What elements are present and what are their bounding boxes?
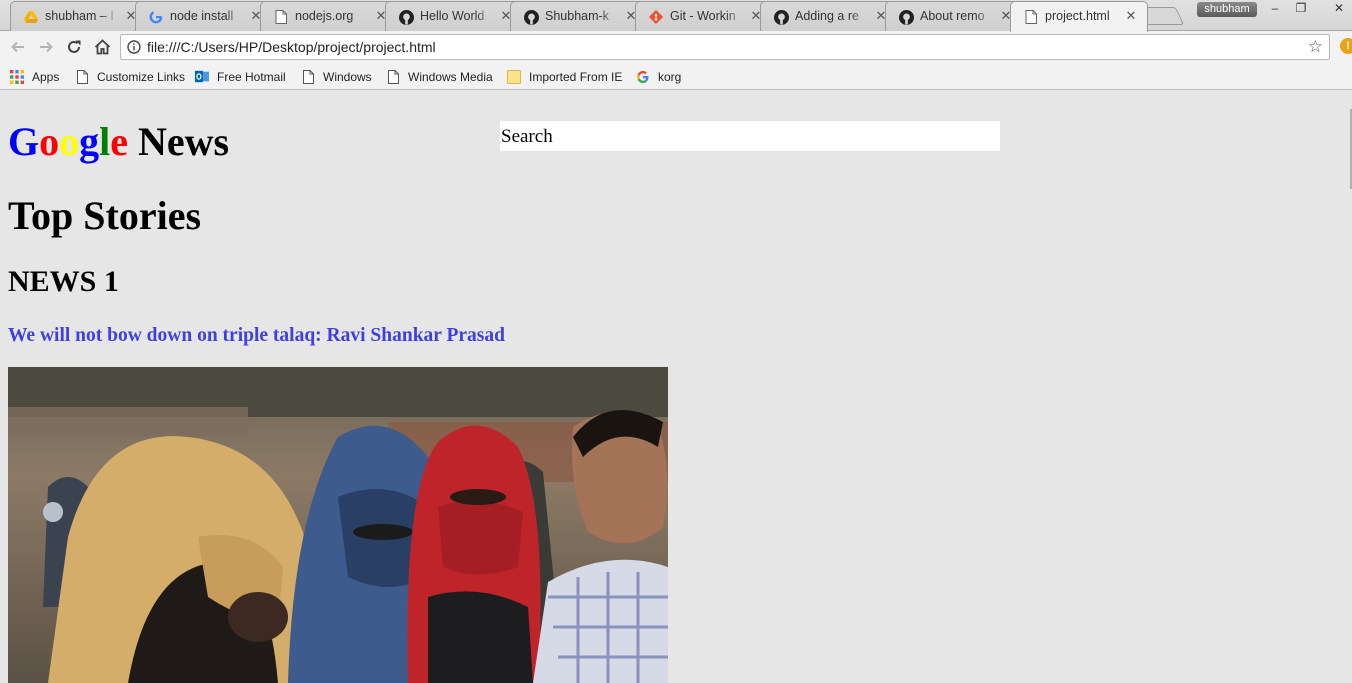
profile-button[interactable]: shubham bbox=[1197, 2, 1257, 17]
forward-icon[interactable] bbox=[35, 36, 57, 58]
bookmark-customize-links[interactable]: Customize Links bbox=[75, 68, 185, 85]
logo-letter: g bbox=[79, 119, 100, 164]
section-title: Top Stories bbox=[8, 193, 202, 238]
tab-node-install[interactable]: node install ✕ bbox=[135, 1, 273, 31]
git-icon bbox=[648, 9, 664, 25]
google-icon bbox=[636, 70, 650, 84]
apps-grid-icon bbox=[10, 69, 24, 84]
tab-project-html[interactable]: project.html ✕ bbox=[1010, 1, 1148, 32]
home-icon[interactable] bbox=[91, 36, 113, 58]
bookmarks-bar: Apps Customize Links Free Hotmail Window… bbox=[0, 63, 1352, 90]
restore-icon[interactable]: ❐ bbox=[1288, 1, 1314, 17]
drive-icon bbox=[23, 9, 39, 25]
logo-word: News bbox=[128, 119, 230, 164]
minimize-icon[interactable]: ‒ bbox=[1262, 1, 1288, 17]
toolbar: file:///C:/Users/HP/Desktop/project/proj… bbox=[0, 31, 1352, 63]
tab-git-working[interactable]: Git - Workin ✕ bbox=[635, 1, 773, 31]
tab-title: About remo bbox=[920, 9, 985, 23]
bookmark-korg[interactable]: korg bbox=[636, 68, 681, 85]
address-bar[interactable]: file:///C:/Users/HP/Desktop/project/proj… bbox=[120, 34, 1330, 60]
bookmark-windows-media[interactable]: Windows Media bbox=[386, 68, 493, 85]
menu-alert-icon[interactable]: ! bbox=[1340, 38, 1352, 54]
bookmark-label: Windows Media bbox=[408, 69, 493, 84]
bookmark-label: Apps bbox=[32, 69, 60, 84]
document-icon bbox=[1023, 9, 1039, 25]
news-photo[interactable] bbox=[8, 367, 668, 683]
tab-nodejs[interactable]: nodejs.org ✕ bbox=[260, 1, 398, 31]
bookmark-apps[interactable]: Apps bbox=[10, 68, 59, 85]
logo-letter: l bbox=[99, 119, 111, 164]
folder-icon bbox=[507, 69, 521, 84]
github-icon bbox=[773, 9, 789, 25]
reload-icon[interactable] bbox=[63, 36, 85, 58]
tab-drive[interactable]: shubham – I ✕ bbox=[10, 1, 148, 31]
bookmark-label: Windows bbox=[323, 69, 372, 84]
github-icon bbox=[398, 9, 414, 25]
tab-title: Shubham-k bbox=[545, 9, 609, 23]
logo-letter: o bbox=[59, 119, 80, 164]
page-scrollbar[interactable] bbox=[1344, 91, 1352, 683]
outlook-icon bbox=[195, 70, 209, 84]
star-icon[interactable]: ☆ bbox=[1308, 37, 1323, 57]
bookmark-windows[interactable]: Windows bbox=[301, 68, 372, 85]
document-icon bbox=[273, 9, 289, 25]
tab-title: nodejs.org bbox=[295, 9, 354, 23]
page-icon bbox=[386, 69, 400, 84]
github-icon bbox=[898, 9, 914, 25]
bookmark-label: Customize Links bbox=[97, 69, 186, 84]
tab-strip: shubham – I ✕ node install ✕ nodejs.org … bbox=[0, 0, 1352, 32]
tab-title: Git - Workin bbox=[670, 9, 736, 23]
tab-about-remote[interactable]: About remo ✕ bbox=[885, 1, 1023, 31]
tab-title: shubham – I bbox=[45, 9, 114, 23]
google-icon bbox=[148, 9, 164, 25]
bookmark-label: Free Hotmail bbox=[217, 69, 286, 84]
news-headline-link[interactable]: We will not bow down on triple talaq: Ra… bbox=[8, 325, 505, 347]
tab-title: Adding a re bbox=[795, 9, 859, 23]
search-input[interactable] bbox=[500, 121, 1000, 151]
tab-hello-world[interactable]: Hello World ✕ bbox=[385, 1, 523, 31]
tab-title: Hello World bbox=[420, 9, 485, 23]
tab-adding-remote[interactable]: Adding a re ✕ bbox=[760, 1, 898, 31]
bookmark-free-hotmail[interactable]: Free Hotmail bbox=[195, 68, 286, 85]
address-url[interactable]: file:///C:/Users/HP/Desktop/project/proj… bbox=[147, 39, 436, 55]
bookmark-label: korg bbox=[658, 69, 682, 84]
page-content: Google News Top Stories NEWS 1 We will n… bbox=[0, 91, 1344, 683]
page-icon bbox=[301, 69, 315, 84]
window-close-icon[interactable]: ✕ bbox=[1326, 1, 1352, 17]
logo-letter: e bbox=[110, 119, 129, 164]
bookmark-imported-from-ie[interactable]: Imported From IE bbox=[507, 68, 622, 85]
github-icon bbox=[523, 9, 539, 25]
back-icon[interactable] bbox=[7, 36, 29, 58]
tab-title: node install bbox=[170, 9, 234, 23]
tab-title: project.html bbox=[1045, 9, 1110, 23]
site-logo: Google News bbox=[8, 120, 229, 164]
info-icon[interactable] bbox=[127, 40, 141, 54]
logo-letter: G bbox=[8, 119, 40, 164]
logo-letter: o bbox=[39, 119, 60, 164]
page-icon bbox=[75, 69, 89, 84]
tab-shubham-k[interactable]: Shubham-k ✕ bbox=[510, 1, 648, 31]
close-icon[interactable]: ✕ bbox=[1124, 8, 1138, 24]
bookmark-label: Imported From IE bbox=[529, 69, 623, 84]
news-label: NEWS 1 bbox=[8, 265, 119, 298]
